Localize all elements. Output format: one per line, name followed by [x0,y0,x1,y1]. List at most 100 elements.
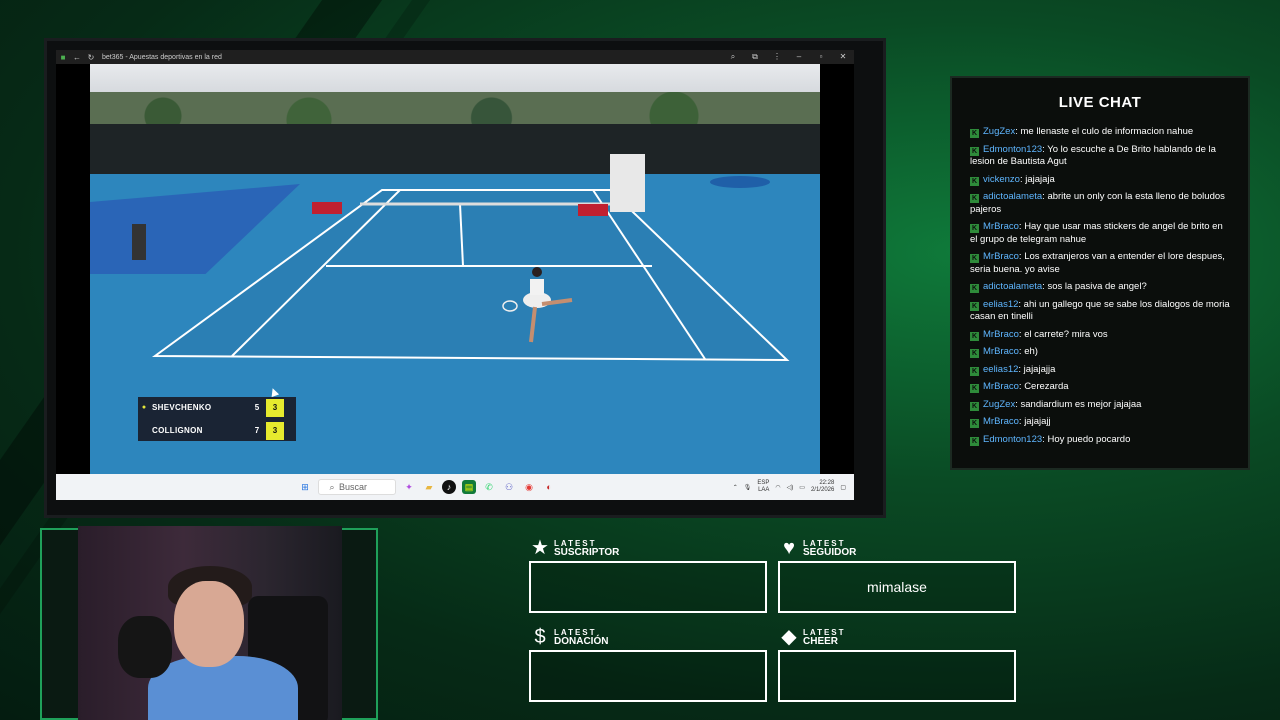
chat-username[interactable]: MrBraco [983,346,1019,357]
live-chat-panel: LIVE CHAT K ZugZex: me llenaste el culo d… [950,76,1250,470]
heart-icon: ♥ [783,537,795,559]
chat-badge-icon: K [970,366,979,376]
chat-badge-icon: K [970,401,979,411]
whatsapp-icon[interactable]: ✆ [482,480,496,494]
chat-text: Cerezarda [1024,381,1069,392]
chat-message: K MrBraco: Cerezarda [970,381,1232,394]
minimize-icon[interactable]: – [788,52,810,62]
app-icon[interactable]: ◐ [542,480,556,494]
chat-username[interactable]: vickenzo [983,174,1020,185]
chevron-up-icon[interactable]: ⌃ [733,484,738,491]
browser-titlebar: ■ ← ↻ bet365 - Apuestas deportivas en la… [56,50,854,64]
chat-message: Kadictoalameta: sos la pasiva de angel? [970,281,1232,294]
clock[interactable]: 22:28 2/1/2026 [811,480,834,494]
folder-icon[interactable]: ▰ [422,480,436,494]
chat-title: LIVE CHAT [1058,94,1142,111]
follower-header: ♥ LATEST SEGUIDOR [779,538,856,558]
notification-icon[interactable]: ▢ [840,484,846,491]
chat-username[interactable]: ZugZex [983,399,1015,410]
chat-message: K MrBraco: jajajajj [970,416,1232,429]
taskbar-search[interactable]: ⌕ Buscar [318,479,396,495]
subscriber-box [529,561,767,613]
chat-username[interactable]: MrBraco [983,329,1019,340]
wifi-icon[interactable]: ◠ [775,484,780,491]
language-indicator[interactable]: ESP LAA [757,480,769,494]
chat-username[interactable]: MrBraco [983,381,1019,392]
chat-username[interactable]: adictoalameta [983,281,1042,292]
chat-message: Kadictoalameta: abrite un only con la es… [970,191,1232,216]
tiktok-icon[interactable]: ♪ [442,480,456,494]
chat-message: K MrBraco: el carrete? mira vos [970,329,1232,342]
volume-icon[interactable]: ◁) [787,484,794,491]
diamond-icon: ◆ [781,626,797,648]
player-sets: 5 [254,403,260,412]
alert-big-label: DONACIÓN [554,636,609,647]
battery-icon[interactable]: ▭ [799,484,805,491]
chat-username[interactable]: Edmonton123 [983,434,1042,445]
teams-icon[interactable]: ⚇ [502,480,516,494]
windows-taskbar: ⊞ ⌕ Buscar ✦ ▰ ♪ ▤ ✆ ⚇ ◉ ◐ ⌃ 🎙 ESP LAA ◠ … [56,474,854,500]
serve-indicator-icon: ● [141,404,147,411]
chrome-icon[interactable]: ◉ [522,480,536,494]
player-games: 3 [266,421,284,440]
follower-box: mimalase [778,561,1016,613]
player-sets: 7 [254,426,260,435]
chat-badge-icon: K [970,224,979,233]
reload-icon[interactable]: ↻ [84,53,98,62]
chat-username[interactable]: eelias12 [983,364,1018,375]
alert-big-label: CHEER [803,636,839,647]
chat-message: Kvickenzo: jajajaja [970,174,1232,187]
alert-big-label: SUSCRIPTOR [554,547,620,558]
cheer-header: ◆ LATEST CHEER [779,627,846,647]
score-row: COLLIGNON 7 3 [138,420,296,441]
mic-icon[interactable]: 🎙 [744,484,752,491]
back-icon[interactable]: ← [70,53,84,62]
microphone [118,616,172,678]
chat-text: me llenaste el culo de informacion nahue [1020,126,1194,137]
chat-badge-icon: K [970,384,979,393]
donation-box [529,650,767,702]
chat-username[interactable]: eelias12 [983,299,1018,310]
chat-message: K MrBraco: Hay que usar mas stickers de a… [970,221,1232,246]
bet365-icon[interactable]: ▤ [462,480,476,494]
player-name: COLLIGNON [152,426,203,435]
restore-icon[interactable]: ▫ [810,52,832,62]
chat-username[interactable]: MrBraco [983,416,1019,427]
line-judge [132,224,146,260]
chat-username[interactable]: adictoalameta [983,191,1042,202]
umpire-chair [610,154,645,212]
extensions-icon[interactable]: ⧉ [744,52,766,62]
chat-badge-icon: K [970,419,979,428]
copilot-icon[interactable]: ✦ [402,480,416,494]
chat-badge-icon: K [970,436,979,446]
chat-username[interactable]: Edmonton123 [983,144,1042,155]
star-icon: ★ [531,537,549,559]
chat-text: el carrete? mira vos [1024,328,1108,340]
subscriber-header: ★ LATEST SUSCRIPTOR [530,538,619,558]
net-sign [578,204,608,216]
player-games: 3 [266,398,284,417]
app-icon: ■ [60,52,66,62]
chat-message: K MrBraco: Los extranjeros van a entender… [970,251,1232,276]
chat-text: sos la pasiva de angel? [1047,281,1147,292]
player-name: SHEVCHENKO [152,403,212,412]
chat-username[interactable]: MrBraco [983,221,1019,232]
tennis-video[interactable]: ● SHEVCHENKO 5 3 COLLIGNON 7 3 [90,64,820,474]
chat-text: jajajaja [1025,173,1055,185]
chat-text: Hoy puedo pocardo [1047,433,1131,445]
donation-header: $ LATEST DONACIÓN [530,627,608,647]
menu-icon[interactable]: ⋮ [766,52,788,62]
chat-username[interactable]: ZugZex [983,126,1015,137]
windows-start-icon[interactable]: ⊞ [298,480,312,494]
chat-username[interactable]: MrBraco [983,251,1019,262]
chat-badge-icon: K [970,254,979,263]
chat-badge-icon: K [970,331,979,341]
zoom-icon[interactable]: ⌕ [722,52,744,62]
chat-text: jajajajja [1023,363,1056,375]
browser-window: ■ ← ↻ bet365 - Apuestas deportivas en la… [56,50,854,500]
chat-message: K Edmonton123: Yo lo escuche a De Brito h… [970,144,1232,169]
chat-badge-icon: K [970,301,979,311]
webcam-feed [78,526,342,720]
close-icon[interactable]: ✕ [832,52,854,62]
chat-message: Keelias12: ahi un gallego que se sabe lo… [970,299,1232,324]
